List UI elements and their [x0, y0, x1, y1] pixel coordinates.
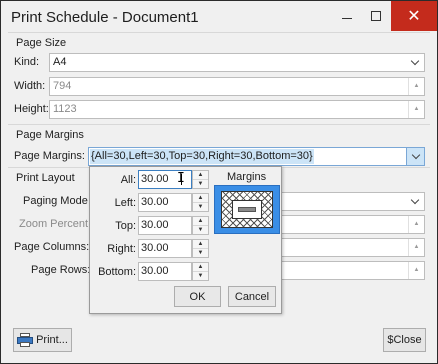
spin-up-icon[interactable]: ▲ — [193, 194, 208, 202]
page-columns-spinner[interactable]: ▲ ▼ — [408, 239, 424, 256]
kind-value: A4 — [53, 56, 67, 68]
kind-dropdown[interactable]: A4 — [49, 53, 425, 72]
page-margins-section-header: Page Margins — [8, 124, 430, 142]
page-margins-dropdown-arrow[interactable] — [406, 148, 424, 165]
title-bar: Print Schedule - Document1 ✕ — [1, 1, 437, 32]
maximize-button[interactable] — [363, 1, 389, 31]
preview-content-area — [232, 200, 262, 219]
margins-editor-popup: All: 30.00 I ▲ ▼ Left: 30.00 ▲ ▼ Top: 30… — [89, 166, 282, 314]
printer-icon — [17, 333, 34, 347]
print-schedule-dialog: Print Schedule - Document1 ✕ Page Size K… — [0, 0, 438, 364]
kind-dropdown-arrow[interactable] — [406, 54, 424, 71]
print-button[interactable]: Print... — [13, 328, 72, 352]
paging-mode-dropdown[interactable] — [281, 192, 425, 211]
bottom-margin-label: Bottom: — [98, 266, 136, 278]
spin-down-icon[interactable]: ▼ — [193, 179, 208, 188]
page-margins-combo[interactable]: {All=30,Left=30,Top=30,Right=30,Bottom=3… — [88, 147, 425, 166]
page-rows-label: Page Rows: — [31, 264, 91, 276]
spin-down-icon[interactable]: ▼ — [193, 225, 208, 234]
spin-down-icon[interactable]: ▼ — [408, 256, 424, 257]
preview-content-bar — [238, 207, 256, 212]
zoom-percent-spinner[interactable]: ▲ ▼ — [408, 216, 424, 233]
width-spinner[interactable]: ▲ ▼ — [408, 78, 424, 95]
left-margin-spinner[interactable]: ▲ ▼ — [192, 193, 209, 212]
paging-mode-dropdown-arrow[interactable] — [406, 193, 424, 210]
print-button-label: Print... — [36, 334, 68, 346]
spin-up-icon[interactable]: ▲ — [408, 101, 424, 118]
spin-up-icon[interactable]: ▲ — [193, 217, 208, 225]
spin-down-icon[interactable]: ▼ — [193, 271, 208, 280]
page-margins-label: Page Margins: — [14, 150, 85, 162]
bottom-margin-input[interactable]: 30.00 — [138, 262, 192, 281]
spin-up-icon[interactable]: ▲ — [408, 78, 424, 95]
page-rows-field[interactable]: ▲ ▼ — [281, 261, 425, 280]
page-columns-field[interactable]: ▲ ▼ — [281, 238, 425, 257]
page-size-header-label: Page Size — [16, 37, 67, 49]
spin-up-icon[interactable]: ▲ — [193, 171, 208, 179]
preview-page — [221, 191, 273, 228]
print-layout-header-label: Print Layout — [16, 172, 75, 184]
width-value: 794 — [53, 80, 72, 92]
chevron-down-icon — [411, 150, 420, 160]
spin-down-icon[interactable]: ▼ — [408, 95, 424, 96]
spin-down-icon[interactable]: ▼ — [193, 248, 208, 257]
zoom-percent-field[interactable]: ▲ ▼ — [281, 215, 425, 234]
window-title: Print Schedule - Document1 — [11, 9, 199, 26]
spin-up-icon[interactable]: ▲ — [408, 239, 424, 256]
ok-button[interactable]: OK — [174, 286, 221, 307]
close-icon: ✕ — [407, 8, 421, 25]
height-spinner[interactable]: ▲ ▼ — [408, 101, 424, 118]
margins-preview — [214, 185, 280, 234]
right-margin-value: 30.00 — [141, 242, 169, 254]
spin-down-icon[interactable]: ▼ — [193, 202, 208, 211]
kind-label: Kind: — [14, 56, 40, 68]
chevron-down-icon — [410, 195, 420, 205]
all-margin-label: All: — [120, 174, 136, 186]
top-margin-spinner[interactable]: ▲ ▼ — [192, 216, 209, 235]
paging-mode-label: Paging Mode — [23, 195, 88, 207]
close-window-button[interactable]: ✕ — [391, 1, 437, 31]
spin-up-icon[interactable]: ▲ — [408, 262, 424, 279]
bottom-margin-spinner[interactable]: ▲ ▼ — [192, 262, 209, 281]
left-margin-label: Left: — [114, 197, 136, 209]
right-margin-spinner[interactable]: ▲ ▼ — [192, 239, 209, 258]
all-margin-value: 30.00 — [141, 173, 169, 185]
chevron-down-icon — [410, 56, 420, 66]
minimize-button[interactable] — [334, 1, 360, 31]
spin-down-icon[interactable]: ▼ — [408, 279, 424, 280]
height-field[interactable]: 1123 ▲ ▼ — [49, 100, 425, 119]
top-margin-input[interactable]: 30.00 — [138, 216, 192, 235]
spin-down-icon[interactable]: ▼ — [408, 233, 424, 234]
left-margin-input[interactable]: 30.00 — [138, 193, 192, 212]
width-field[interactable]: 794 ▲ ▼ — [49, 77, 425, 96]
margins-preview-label: Margins — [227, 171, 267, 183]
right-margin-label: Right: — [107, 243, 136, 255]
height-label: Height: — [14, 103, 49, 115]
page-columns-label: Page Columns: — [14, 241, 90, 253]
top-margin-label: Top: — [115, 220, 136, 232]
bottom-margin-value: 30.00 — [141, 265, 169, 277]
spin-up-icon[interactable]: ▲ — [193, 240, 208, 248]
cancel-button[interactable]: Cancel — [228, 286, 276, 307]
text-cursor-icon: I — [177, 171, 185, 186]
spin-down-icon[interactable]: ▼ — [408, 118, 424, 119]
height-value: 1123 — [53, 103, 77, 115]
top-margin-value: 30.00 — [141, 219, 169, 231]
right-margin-input[interactable]: 30.00 — [138, 239, 192, 258]
minimize-icon — [342, 17, 352, 19]
width-label: Width: — [14, 80, 46, 92]
zoom-percent-label: Zoom Percent — [19, 218, 89, 230]
spin-up-icon[interactable]: ▲ — [408, 216, 424, 233]
spin-up-icon[interactable]: ▲ — [193, 263, 208, 271]
left-margin-value: 30.00 — [141, 196, 169, 208]
page-margins-header-label: Page Margins — [16, 129, 84, 141]
page-rows-spinner[interactable]: ▲ ▼ — [408, 262, 424, 279]
all-margin-spinner[interactable]: ▲ ▼ — [192, 170, 209, 189]
page-margins-value: {All=30,Left=30,Top=30,Right=30,Bottom=3… — [90, 149, 314, 164]
close-button[interactable]: $Close — [383, 328, 426, 352]
page-size-section-header: Page Size — [8, 32, 430, 50]
maximize-icon — [371, 11, 381, 21]
